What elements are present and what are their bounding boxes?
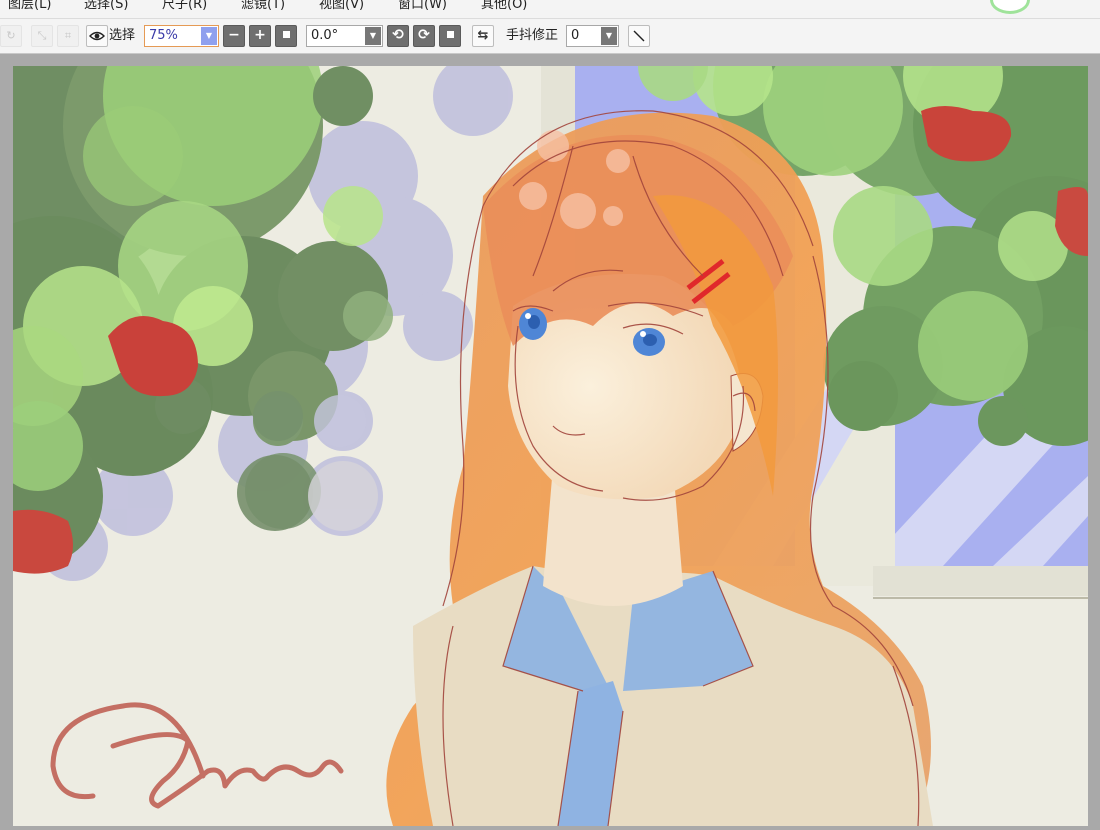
menu-ruler[interactable]: 尺子(R): [162, 0, 207, 12]
artwork: [13, 66, 1088, 826]
rotate-reset-button[interactable]: [439, 25, 461, 47]
square-icon: [446, 30, 454, 38]
menu-select[interactable]: 选择(S): [84, 0, 128, 12]
line-tool-icon[interactable]: [628, 25, 650, 47]
stabilizer-combo[interactable]: 0 ▼: [566, 25, 619, 47]
menu-window[interactable]: 窗口(W): [398, 0, 447, 12]
select-transform-icon[interactable]: ⤡: [31, 25, 53, 47]
minus-icon[interactable]: −: [223, 25, 245, 47]
menu-bar: 图层(L) 选择(S) 尺子(R) 滤镜(T) 视图(V) 窗口(W) 其他(O…: [0, 0, 1100, 19]
rotation-value: 0.0°: [311, 28, 339, 43]
eye-icon[interactable]: [86, 25, 108, 47]
zoom-value: 75%: [149, 28, 178, 43]
menu-other[interactable]: 其他(O): [481, 0, 527, 12]
stabilizer-value: 0: [571, 28, 580, 43]
menu-filter[interactable]: 滤镜(T): [241, 0, 285, 12]
redo-icon[interactable]: ↻: [0, 25, 22, 47]
chevron-down-icon[interactable]: ▼: [601, 27, 617, 45]
stabilizer-label: 手抖修正: [506, 28, 559, 43]
plus-icon[interactable]: +: [249, 25, 271, 47]
zoom-combo[interactable]: 75% ▼: [144, 25, 219, 47]
menu-layer[interactable]: 图层(L): [8, 0, 51, 12]
chevron-down-icon[interactable]: ▼: [365, 27, 381, 45]
chevron-down-icon[interactable]: ▼: [201, 27, 217, 45]
toolbar: ↻ ⤡ ⌗ 选择 75% ▼ − + 0.0° ▼ ⟲ ⟳ ⇆ 手抖修正 0 ▼: [0, 19, 1100, 54]
select-label: 选择: [109, 28, 136, 43]
square-icon: [282, 30, 290, 38]
crop-icon[interactable]: ⌗: [57, 25, 79, 47]
menu-view[interactable]: 视图(V): [319, 0, 364, 12]
drawing-canvas[interactable]: [13, 66, 1088, 826]
app-logo-icon: [990, 0, 1030, 14]
rotate-right-icon[interactable]: ⟳: [413, 25, 435, 47]
rotate-left-icon[interactable]: ⟲: [387, 25, 409, 47]
rotation-combo[interactable]: 0.0° ▼: [306, 25, 383, 47]
flip-horizontal-icon[interactable]: ⇆: [472, 25, 494, 47]
zoom-reset-button[interactable]: [275, 25, 297, 47]
